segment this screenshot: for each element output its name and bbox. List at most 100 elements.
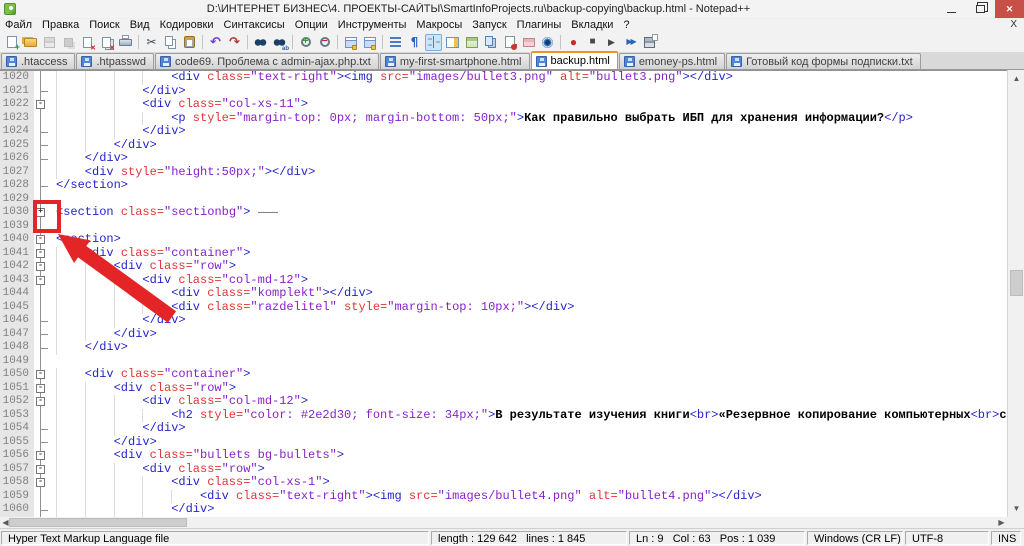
fold-minus-box-icon[interactable]: - xyxy=(36,276,45,285)
doc-switcher-icon[interactable] xyxy=(482,34,499,51)
code-line-1039[interactable]: 1039 xyxy=(0,220,1007,234)
code-text[interactable]: <div class="col-md-12"> xyxy=(48,395,1007,409)
code-line-1058[interactable]: 1058-<div class="col-xs-1"> xyxy=(0,476,1007,490)
macro-run-multiple-icon[interactable] xyxy=(622,34,639,51)
menu-item-plugins[interactable]: Плагины xyxy=(512,18,567,32)
minimize-button[interactable] xyxy=(937,0,966,18)
paste-icon[interactable] xyxy=(181,34,198,51)
menu-item-help[interactable]: ? xyxy=(618,18,634,32)
code-line-1025[interactable]: 1025</div> xyxy=(0,139,1007,153)
word-wrap-icon[interactable] xyxy=(387,34,404,51)
fold-minus-box-icon[interactable]: - xyxy=(36,235,45,244)
fold-minus-box-icon[interactable]: - xyxy=(36,100,45,109)
fold-minus-box-icon[interactable]: - xyxy=(36,478,45,487)
vertical-scrollbar[interactable]: ▲ ▼ xyxy=(1007,70,1024,517)
tab-.htpasswd[interactable]: .htpasswd xyxy=(76,53,154,69)
code-text[interactable]: </div> xyxy=(48,503,1007,517)
code-line-1045[interactable]: 1045<div class="razdelitel" style="margi… xyxy=(0,301,1007,315)
redo-icon[interactable] xyxy=(226,34,243,51)
code-line-1022[interactable]: 1022-<div class="col-xs-11"> xyxy=(0,98,1007,112)
close-all-icon[interactable] xyxy=(98,34,115,51)
replace-icon[interactable] xyxy=(271,34,288,51)
code-text[interactable]: <div class="komplekt"></div> xyxy=(48,287,1007,301)
code-line-1024[interactable]: 1024</div> xyxy=(0,125,1007,139)
fold-minus-box-icon[interactable]: - xyxy=(36,249,45,258)
title-bar[interactable]: D:\ИНТЕРНЕТ БИЗНЕС\4. ПРОЕКТЫ-САЙТЫ\Smar… xyxy=(0,0,1024,19)
zoom-in-icon[interactable] xyxy=(297,34,314,51)
code-text[interactable]: <div class="bullets bg-bullets"> xyxy=(48,449,1007,463)
code-line-1023[interactable]: 1023<p style="margin-top: 0px; margin-bo… xyxy=(0,112,1007,126)
code-line-1021[interactable]: 1021</div> xyxy=(0,85,1007,99)
code-text[interactable]: <div class="razdelitel" style="margin-to… xyxy=(48,301,1007,315)
undo-icon[interactable] xyxy=(207,34,224,51)
tab-code69.-admin-ajax.php.txt[interactable]: code69. Проблема с admin-ajax.php.txt xyxy=(155,53,379,69)
macro-save-icon[interactable] xyxy=(641,34,658,51)
run-external-icon[interactable] xyxy=(501,34,518,51)
code-line-1020[interactable]: 1020<div class="text-right"><img src="im… xyxy=(0,71,1007,85)
code-line-1047[interactable]: 1047</div> xyxy=(0,328,1007,342)
code-text[interactable]: </div> xyxy=(48,152,1007,166)
code-text[interactable]: <div class="row"> xyxy=(48,463,1007,477)
code-line-1042[interactable]: 1042-<div class="row"> xyxy=(0,260,1007,274)
doc-map-icon[interactable] xyxy=(444,34,461,51)
fold-collapse-marker[interactable]: - xyxy=(34,274,48,288)
macro-play-icon[interactable] xyxy=(603,34,620,51)
menu-item-tabs[interactable]: Вкладки xyxy=(566,18,618,32)
scroll-up-arrow-icon[interactable]: ▲ xyxy=(1008,70,1024,87)
code-editor[interactable]: 1020<div class="text-right"><img src="im… xyxy=(0,70,1007,517)
code-line-1056[interactable]: 1056-<div class="bullets bg-bullets"> xyxy=(0,449,1007,463)
fold-collapse-marker[interactable]: - xyxy=(34,233,48,247)
code-text[interactable]: </div> xyxy=(48,85,1007,99)
fold-minus-box-icon[interactable]: - xyxy=(36,397,45,406)
sync-vertical-scroll-icon[interactable] xyxy=(342,34,359,51)
tab--.txt[interactable]: Готовый код формы подписки.txt xyxy=(726,53,921,69)
code-text[interactable]: <div class="col-xs-1"> xyxy=(48,476,1007,490)
code-line-1054[interactable]: 1054</div> xyxy=(0,422,1007,436)
horizontal-scroll-thumb[interactable] xyxy=(9,518,187,527)
code-line-1060[interactable]: 1060</div> xyxy=(0,503,1007,517)
code-line-1026[interactable]: 1026</div> xyxy=(0,152,1007,166)
fold-minus-box-icon[interactable]: - xyxy=(36,451,45,460)
code-text[interactable]: </section> xyxy=(48,179,1007,193)
new-file-icon[interactable] xyxy=(3,34,20,51)
code-text[interactable]: </div> xyxy=(48,436,1007,450)
code-line-1055[interactable]: 1055</div> xyxy=(0,436,1007,450)
code-text[interactable] xyxy=(48,355,1007,369)
show-all-characters-icon[interactable] xyxy=(406,34,423,51)
fold-minus-box-icon[interactable]: - xyxy=(36,465,45,474)
menu-item-file[interactable]: Файл xyxy=(0,18,37,32)
menu-item-view[interactable]: Вид xyxy=(125,18,155,32)
code-text[interactable]: </div> xyxy=(48,139,1007,153)
code-text[interactable]: <div class="text-right"><img src="images… xyxy=(48,71,1007,85)
restore-button[interactable] xyxy=(966,0,995,18)
menu-item-run[interactable]: Запуск xyxy=(467,18,511,32)
code-line-1028[interactable]: 1028</section> xyxy=(0,179,1007,193)
mail-icon[interactable] xyxy=(520,34,537,51)
code-text[interactable]: <div class="container"> xyxy=(48,368,1007,382)
menu-item-edit[interactable]: Правка xyxy=(37,18,84,32)
fold-collapse-marker[interactable]: - xyxy=(34,247,48,261)
open-folder-icon[interactable] xyxy=(22,34,39,51)
code-text[interactable]: <div class="col-xs-11"> xyxy=(48,98,1007,112)
menu-item-settings[interactable]: Опции xyxy=(290,18,333,32)
code-line-1059[interactable]: 1059<div class="text-right"><img src="im… xyxy=(0,490,1007,504)
code-text[interactable]: <p style="margin-top: 0px; margin-bottom… xyxy=(48,112,1007,126)
scroll-down-arrow-icon[interactable]: ▼ xyxy=(1008,500,1024,517)
code-text[interactable]: <div class="col-md-12"> xyxy=(48,274,1007,288)
code-text[interactable]: <div class="text-right"><img src="images… xyxy=(48,490,1007,504)
menu-close-x[interactable]: X xyxy=(1010,18,1017,32)
code-line-1040[interactable]: 1040-<section> xyxy=(0,233,1007,247)
fold-collapse-marker[interactable]: - xyxy=(34,368,48,382)
fold-collapse-marker[interactable]: - xyxy=(34,260,48,274)
code-line-1053[interactable]: 1053<h2 style="color: #2e2d30; font-size… xyxy=(0,409,1007,423)
fold-minus-box-icon[interactable]: - xyxy=(36,370,45,379)
code-line-1027[interactable]: 1027<div style="height:50px;"></div> xyxy=(0,166,1007,180)
fold-collapse-marker[interactable]: - xyxy=(34,463,48,477)
indent-guide-icon[interactable] xyxy=(425,34,442,51)
menu-item-encoding[interactable]: Кодировки xyxy=(155,18,219,32)
fold-collapse-marker[interactable]: - xyxy=(34,98,48,112)
print-icon[interactable] xyxy=(117,34,134,51)
code-line-1046[interactable]: 1046</div> xyxy=(0,314,1007,328)
code-text[interactable]: <section> xyxy=(48,233,1007,247)
code-line-1041[interactable]: 1041-<div class="container"> xyxy=(0,247,1007,261)
